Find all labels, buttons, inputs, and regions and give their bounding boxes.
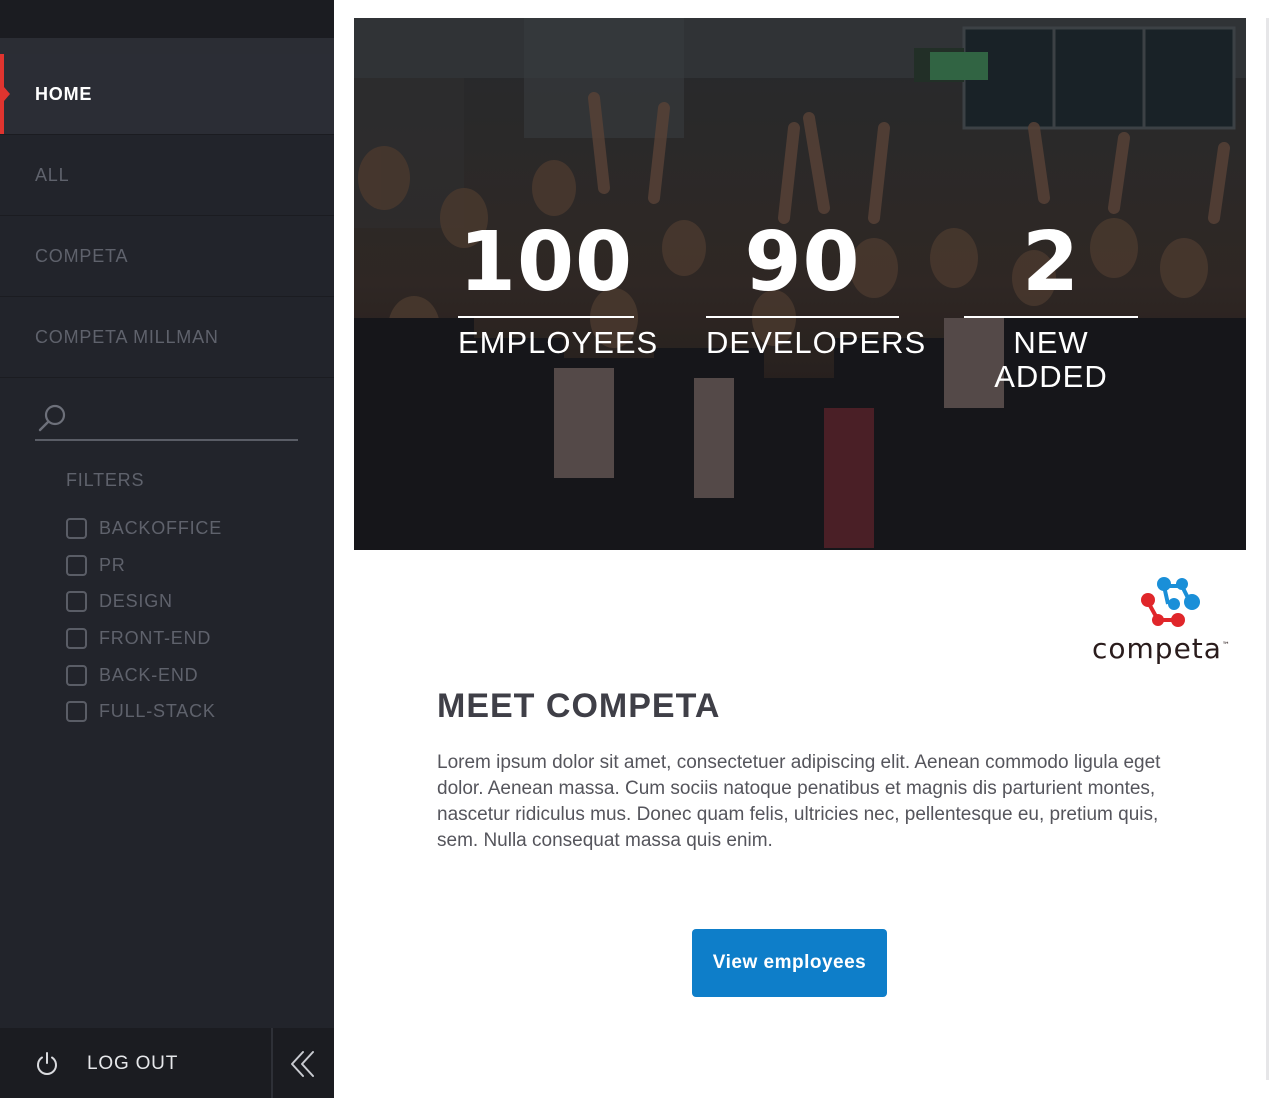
logo-mark-icon [1141, 577, 1200, 627]
sidebar-item-label: ALL [35, 164, 70, 185]
filter-checkbox[interactable] [66, 591, 87, 613]
filter-backoffice[interactable]: BACKOFFICE [66, 510, 222, 547]
search-bar [35, 398, 298, 441]
sidebar-item-label: COMPETA [35, 245, 129, 266]
filter-front-end[interactable]: FRONT-END [66, 620, 222, 657]
filter-checkbox[interactable] [66, 701, 87, 723]
logout-button[interactable]: LOG OUT [0, 1028, 271, 1098]
filter-list: BACKOFFICE PR DESIGN FRONT-END BACK-END … [66, 510, 222, 730]
filter-design[interactable]: DESIGN [66, 583, 222, 620]
search-input[interactable] [77, 404, 292, 434]
sidebar-item-home[interactable]: HOME [0, 54, 334, 135]
stat-value: 100 [458, 215, 634, 310]
stat-label: DEVELOPERS [706, 325, 927, 360]
sidebar-item-competa-millman[interactable]: COMPETA MILLMAN [0, 297, 334, 378]
stat-developers: 90 DEVELOPERS [706, 215, 927, 360]
stat-divider [706, 316, 899, 318]
sidebar: HOME ALL COMPETA COMPETA MILLMAN FILTERS… [0, 0, 334, 1098]
filter-back-end[interactable]: BACK-END [66, 657, 222, 694]
page-title: MEET COMPETA [437, 687, 721, 725]
sidebar-footer: LOG OUT [0, 1028, 334, 1098]
filter-label: PR [99, 554, 126, 575]
stat-label: EMPLOYEES [458, 325, 659, 360]
power-icon [37, 1052, 57, 1075]
filters-title: FILTERS [66, 470, 145, 490]
filter-label: BACK-END [99, 664, 199, 685]
hero-banner: 100 EMPLOYEES 90 DEVELOPERS 2 NEW ADDED [354, 18, 1246, 550]
scrollbar[interactable] [1266, 18, 1269, 1080]
sidebar-item-all[interactable]: ALL [0, 135, 334, 216]
collapse-sidebar-button[interactable] [273, 1028, 334, 1098]
stat-value: 2 [1021, 215, 1081, 310]
sidebar-item-label: HOME [35, 83, 93, 104]
stat-new-added: 2 NEW ADDED [964, 218, 1138, 394]
intro-text: Lorem ipsum dolor sit amet, consectetuer… [437, 752, 1161, 851]
filter-checkbox[interactable] [66, 627, 87, 649]
filter-label: FULL-STACK [99, 701, 216, 722]
filter-full-stack[interactable]: FULL-STACK [66, 693, 222, 730]
logo-wordmark: competa™ [1092, 632, 1231, 665]
sidebar-item-label: COMPETA MILLMAN [35, 326, 219, 347]
stat-label: NEW ADDED [994, 325, 1108, 394]
double-chevron-left-icon [291, 1051, 314, 1077]
view-employees-button[interactable]: View employees [692, 929, 887, 997]
logout-label: LOG OUT [87, 1053, 179, 1074]
sidebar-item-competa[interactable]: COMPETA [0, 216, 334, 297]
stat-divider [964, 316, 1138, 318]
sidebar-divider [0, 38, 334, 54]
filter-label: DESIGN [99, 591, 173, 612]
filter-checkbox[interactable] [66, 554, 87, 576]
competa-logo: competa™ [1092, 574, 1246, 666]
search-icon[interactable] [35, 402, 69, 436]
filter-checkbox[interactable] [66, 517, 87, 539]
sidebar-nav: HOME ALL COMPETA COMPETA MILLMAN [0, 54, 334, 378]
stat-employees: 100 EMPLOYEES [458, 215, 659, 360]
filter-pr[interactable]: PR [66, 547, 222, 584]
filter-label: FRONT-END [99, 627, 212, 648]
filter-label: BACKOFFICE [99, 517, 223, 538]
sidebar-topbar [0, 0, 334, 38]
stat-value: 90 [744, 215, 861, 310]
stat-divider [458, 316, 634, 318]
filter-checkbox[interactable] [66, 664, 87, 686]
